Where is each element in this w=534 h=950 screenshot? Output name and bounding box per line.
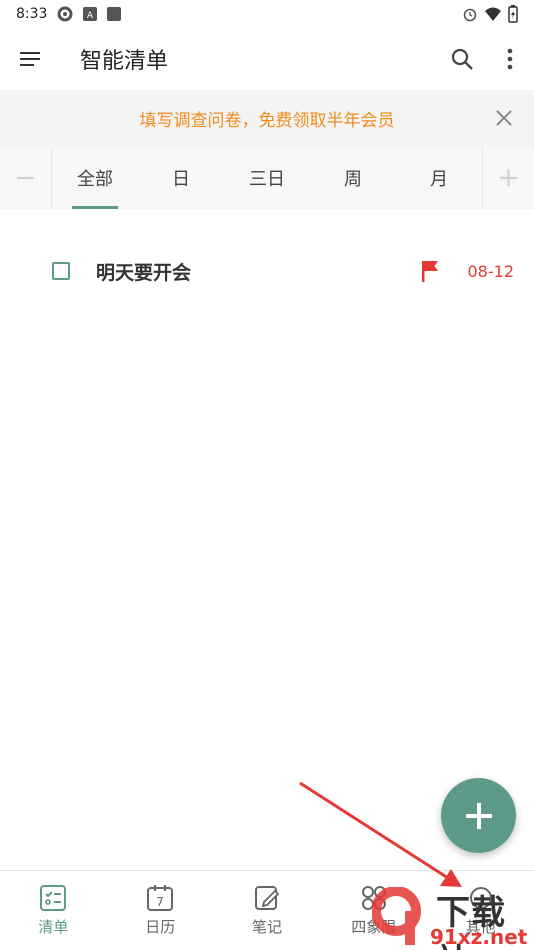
sync-icon [57, 6, 73, 22]
nav-other-label: 其他 [465, 918, 496, 936]
survey-banner[interactable]: 填写调查问卷，免费领取半年会员 [0, 90, 534, 147]
calendar-day-number: 7 [156, 895, 164, 909]
add-task-button[interactable] [441, 778, 516, 853]
status-bar: 8:33 A [0, 0, 534, 28]
nav-quadrant[interactable]: 四象限 [320, 871, 427, 950]
tab-three-days[interactable]: 三日 [224, 147, 310, 209]
bottom-nav: 清单 7 日历 笔记 四象限 其他 [0, 870, 534, 950]
app-bar: 智能清单 [0, 28, 534, 90]
menu-icon [20, 52, 40, 66]
search-icon [451, 48, 473, 70]
task-due-date: 08-12 [467, 261, 515, 281]
quadrant-icon [361, 886, 386, 910]
more-options-button[interactable] [486, 35, 534, 83]
nav-calendar-label: 日历 [145, 918, 176, 936]
task-checkbox[interactable] [52, 262, 70, 280]
nav-other[interactable]: 其他 [427, 871, 534, 950]
filter-tabs-bar: − 全部 日 三日 周 月 + [0, 147, 534, 209]
battery-icon [508, 5, 518, 23]
status-time: 8:33 [16, 6, 48, 22]
tab-all[interactable]: 全部 [52, 147, 138, 209]
note-edit-icon [254, 886, 280, 910]
notification-icon [107, 7, 122, 21]
nav-list[interactable]: 清单 [0, 871, 107, 950]
nav-notes-label: 笔记 [251, 918, 282, 936]
wifi-icon [485, 7, 501, 21]
tab-day[interactable]: 日 [138, 147, 224, 209]
tab-month[interactable]: 月 [396, 147, 482, 209]
plus-icon [465, 802, 492, 829]
task-row[interactable]: 明天要开会 08-12 [0, 240, 534, 302]
tab-minus-button[interactable]: − [0, 147, 52, 209]
svg-text:A: A [87, 11, 94, 21]
task-title[interactable]: 明天要开会 [96, 258, 191, 285]
more-vert-icon [507, 48, 513, 70]
more-apps-icon [469, 887, 492, 909]
nav-list-label: 清单 [38, 918, 69, 936]
banner-text[interactable]: 填写调查问卷，免费领取半年会员 [140, 106, 395, 131]
calendar-icon: 7 [147, 885, 174, 911]
flag-icon[interactable] [420, 260, 440, 282]
app-a-icon: A [83, 7, 98, 21]
tab-plus-button[interactable]: + [482, 147, 534, 209]
close-icon [496, 110, 512, 126]
page-title: 智能清单 [80, 49, 169, 74]
banner-close-button[interactable] [488, 102, 520, 134]
checklist-icon [40, 885, 67, 911]
nav-quadrant-label: 四象限 [351, 918, 397, 936]
search-button[interactable] [438, 35, 486, 83]
alarm-icon [463, 8, 477, 22]
nav-calendar[interactable]: 7 日历 [107, 871, 214, 950]
tab-week[interactable]: 周 [310, 147, 396, 209]
nav-notes[interactable]: 笔记 [214, 871, 321, 950]
menu-button[interactable] [0, 28, 60, 90]
